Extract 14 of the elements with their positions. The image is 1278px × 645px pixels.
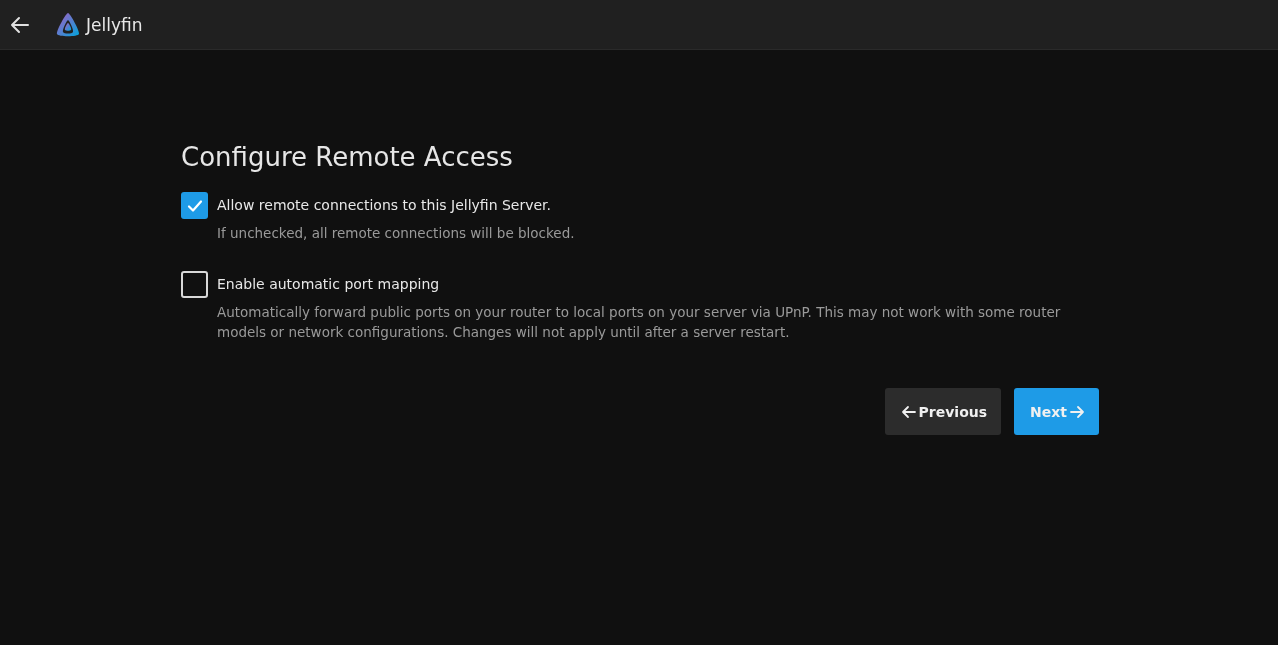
previous-button[interactable]: Previous xyxy=(884,388,1002,435)
option-label: Allow remote connections to this Jellyfin Server. xyxy=(217,196,553,215)
back-button[interactable] xyxy=(10,14,30,35)
page-title: Configure Remote Access xyxy=(181,142,514,172)
option-label: Enable automatic port mapping xyxy=(217,275,441,294)
arrow-left-icon xyxy=(10,14,30,35)
option-description: Automatically forward public ports on your router to local ports on your server via UPnP. This may not work with some router models or network configurations. Changes will not apply until after a server restart. xyxy=(217,303,1062,342)
app-name: Jellyfin xyxy=(86,14,143,35)
arrow-left-icon xyxy=(900,403,917,420)
option-description: If unchecked, all remote connections will be blocked. xyxy=(217,224,576,243)
checkbox[interactable] xyxy=(181,271,208,298)
logo-icon xyxy=(54,10,82,39)
checkbox[interactable] xyxy=(181,192,208,219)
arrow-right-icon xyxy=(1069,403,1085,420)
